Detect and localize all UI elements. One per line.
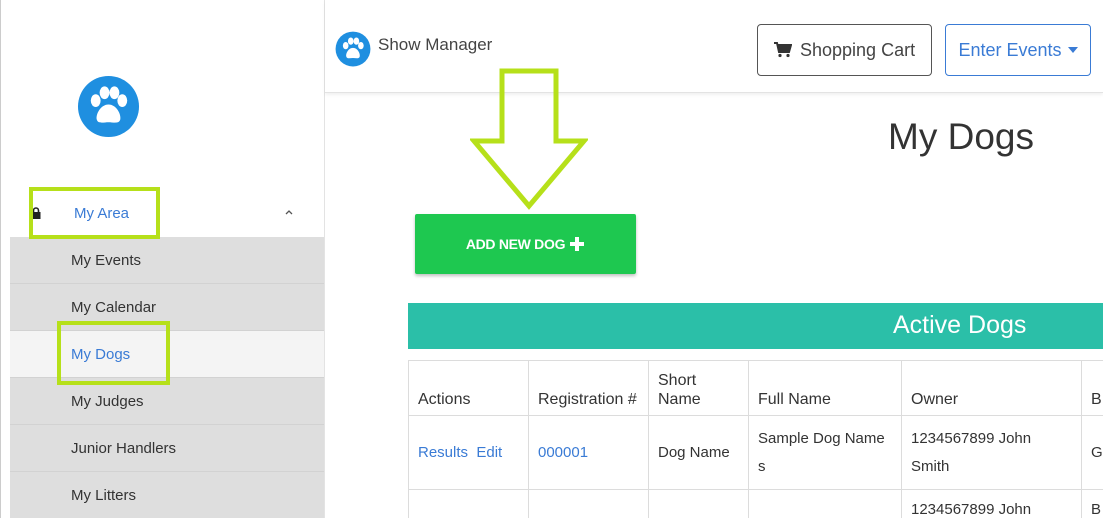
column-header-owner[interactable]: Owner (901, 360, 1082, 416)
brand-name[interactable]: Show Manager (378, 35, 492, 55)
registration-cell (528, 489, 649, 518)
table-header-row: Actions Registration # Short Name Full N… (408, 360, 1103, 416)
sidebar-item-junior-handlers[interactable]: Junior Handlers (10, 425, 324, 472)
full-name-cell: Sample Dog Name s (748, 415, 902, 490)
paw-brand-icon[interactable] (335, 31, 371, 67)
sidebar-item-my-events[interactable]: My Events (10, 237, 324, 284)
column-header-actions: Actions (408, 360, 529, 416)
caret-down-icon (1067, 47, 1078, 53)
enter-events-label: Enter Events (958, 39, 1062, 60)
column-header-short-name[interactable]: Short Name (648, 360, 749, 416)
registration-link[interactable]: 000001 (538, 444, 588, 461)
add-new-dog-button[interactable]: ADD NEW DOG (415, 214, 636, 274)
short-name-cell (648, 489, 749, 518)
column-header-b[interactable]: B (1081, 360, 1103, 416)
plus-icon (570, 237, 585, 251)
column-header-registration[interactable]: Registration # (528, 360, 649, 416)
extra-cell: G D (1081, 415, 1103, 490)
shopping-cart-label: Shopping Cart (800, 39, 916, 60)
results-link[interactable]: Results (418, 444, 468, 461)
highlight-box-my-dogs (57, 321, 170, 385)
down-arrow-annotation-icon (470, 68, 588, 210)
extra-cell: B (1081, 489, 1103, 518)
chevron-up-icon[interactable] (284, 207, 294, 217)
column-header-full-name[interactable]: Full Name (748, 360, 902, 416)
dogs-table: Actions Registration # Short Name Full N… (408, 360, 1103, 518)
shopping-cart-button[interactable]: Shopping Cart (757, 24, 932, 76)
actions-cell (408, 489, 529, 518)
app: My Area My Events My Calendar My Dogs My… (0, 0, 1103, 518)
owner-cell: 1234567899 John Smith (901, 415, 1082, 490)
table-row: Results Edit 000001 Dog Name Sample Dog … (408, 415, 1103, 490)
paw-logo-icon[interactable] (77, 75, 140, 138)
enter-events-button[interactable]: Enter Events (945, 24, 1091, 76)
add-new-dog-label: ADD NEW DOG (465, 236, 566, 252)
full-name-cell (748, 489, 902, 518)
sidebar-item-my-litters[interactable]: My Litters (10, 472, 324, 518)
table-row: 1234567899 John B (408, 489, 1103, 518)
actions-cell: Results Edit (408, 415, 529, 490)
edit-link[interactable]: Edit (476, 444, 502, 461)
highlight-box-my-area (29, 187, 160, 239)
registration-cell: 000001 (528, 415, 649, 490)
active-dogs-title: Active Dogs (893, 311, 1027, 339)
short-name-cell: Dog Name (648, 415, 749, 490)
sidebar-item-my-judges[interactable]: My Judges (10, 378, 324, 425)
owner-cell: 1234567899 John (901, 489, 1082, 518)
active-dogs-header: Active Dogs (408, 303, 1103, 349)
page-title: My Dogs (888, 116, 1034, 157)
cart-icon (774, 42, 792, 58)
